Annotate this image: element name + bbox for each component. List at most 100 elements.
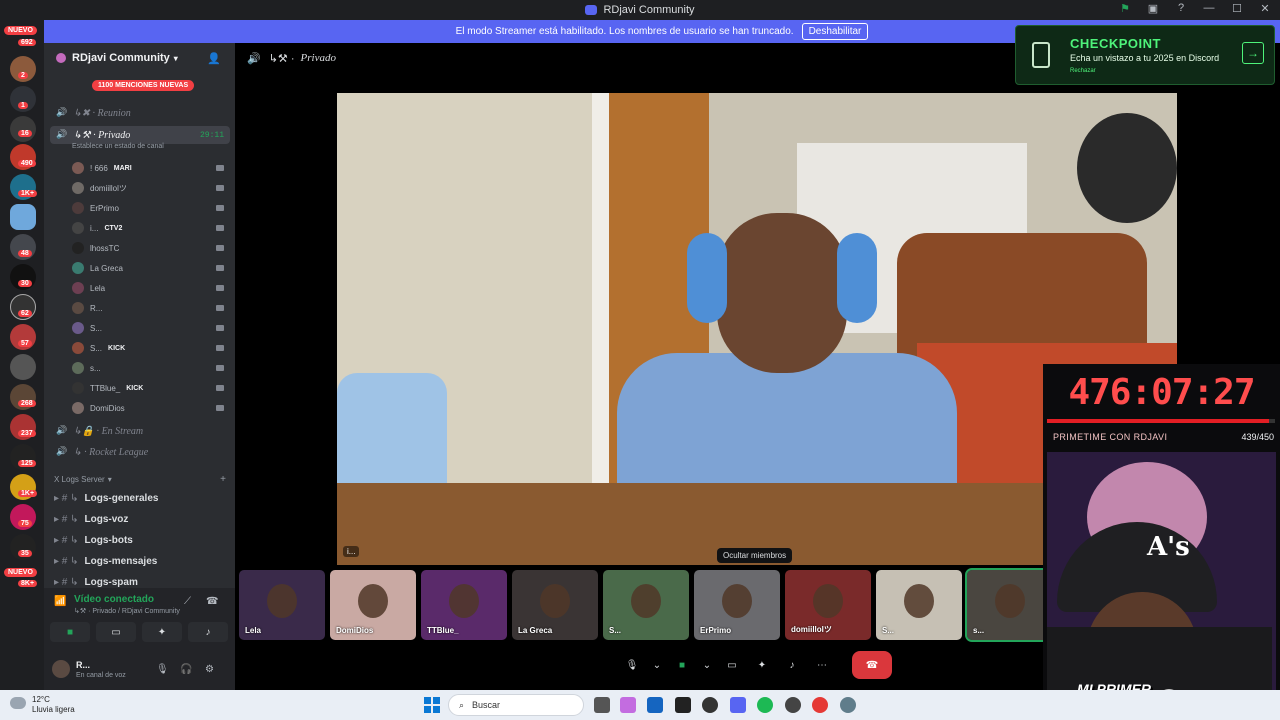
participant-tile[interactable]: S...	[603, 570, 689, 640]
speaker-icon: 🔊	[56, 130, 68, 140]
windows-start-icon[interactable]	[424, 697, 440, 713]
more-options-button[interactable]: ⋯	[810, 653, 834, 677]
app-icon[interactable]	[702, 697, 718, 713]
inbox-icon[interactable]: ▣	[1146, 2, 1160, 15]
noise-suppression-icon[interactable]: ⟋	[184, 596, 191, 607]
activities-button[interactable]: ✦	[142, 622, 182, 642]
avatar	[72, 222, 84, 234]
disconnect-icon[interactable]: ☎	[206, 596, 218, 607]
chevron-down-icon[interactable]: ⌄	[650, 653, 664, 677]
voice-member[interactable]: domiillolツ	[72, 179, 232, 197]
member-name: Lela	[90, 283, 106, 293]
camera-icon	[216, 365, 224, 371]
screen-share-button[interactable]: ▭	[96, 622, 136, 642]
gear-icon[interactable]: ⚙	[205, 664, 214, 675]
participant-tile[interactable]: s...	[965, 568, 1055, 642]
member-name: i...	[90, 223, 99, 233]
copilot-icon[interactable]	[620, 697, 636, 713]
voice-member[interactable]: i... CTV2	[72, 219, 232, 237]
camera-toggle-button[interactable]: ■	[670, 653, 694, 677]
taskbar-search[interactable]: ⌕ Buscar	[448, 694, 584, 716]
call-timer: 29:11	[199, 130, 224, 140]
camera-button[interactable]: ■	[50, 622, 90, 642]
channel-status[interactable]: Establece un estado de canal	[72, 143, 164, 150]
arrow-right-icon[interactable]: →	[1242, 42, 1264, 64]
participant-tile[interactable]: S...	[876, 570, 962, 640]
voice-channel-active[interactable]: 🔊 ↳⚒ · Privado 29:11	[50, 126, 230, 144]
add-channel-icon[interactable]: +	[220, 474, 226, 485]
terminal-icon[interactable]	[675, 697, 691, 713]
store-icon[interactable]	[647, 697, 663, 713]
voice-member[interactable]: ! 666 MARI	[72, 159, 232, 177]
voice-member[interactable]: Lela	[72, 279, 232, 297]
hash-icon: ▸ # ↳	[54, 534, 79, 546]
soundboard-button[interactable]: ♪	[780, 653, 804, 677]
checkpoint-dismiss[interactable]: Rechazar	[1070, 68, 1096, 74]
voice-member[interactable]: lhossTC	[72, 239, 232, 257]
end-call-button[interactable]: ☎	[852, 651, 892, 679]
chrome-icon[interactable]	[812, 697, 828, 713]
cloud-rain-icon	[10, 697, 26, 709]
voice-channel-path[interactable]: ↳⚒ · Privado / RDjavi Community	[74, 607, 180, 615]
server-icon[interactable]	[10, 354, 36, 380]
checkpoint-promo[interactable]: CHECKPOINT Echa un vistazo a tu 2025 en …	[1015, 25, 1275, 85]
file-explorer-icon[interactable]	[594, 697, 610, 713]
voice-member[interactable]: s...	[72, 359, 232, 377]
voice-member[interactable]: La Greca	[72, 259, 232, 277]
minimize-button[interactable]: —	[1202, 2, 1216, 15]
disable-streamer-button[interactable]: Deshabilitar	[801, 23, 869, 40]
server-header[interactable]: RDjavi Community ▾ 👤	[44, 43, 235, 73]
avatar[interactable]	[52, 660, 70, 678]
channel-prefix: ↳ ·	[73, 446, 87, 458]
camera-icon	[216, 345, 224, 351]
member-name: TTBlue_	[90, 383, 121, 393]
help-icon[interactable]: ?	[1174, 2, 1188, 15]
server-icon[interactable]	[10, 204, 36, 230]
server-icon[interactable]	[10, 116, 36, 142]
participant-tile[interactable]: Lela	[239, 570, 325, 640]
discord-taskbar-icon[interactable]	[730, 697, 746, 713]
participant-tile[interactable]: TTBlue_	[421, 570, 507, 640]
participant-tile[interactable]: La Greca	[512, 570, 598, 640]
text-channel[interactable]: ▸ # ↳ Logs-generales	[54, 489, 158, 507]
voice-member[interactable]: R...	[72, 299, 232, 317]
mentions-pill[interactable]: 1100 MENCIONES NUEVAS	[92, 80, 195, 91]
mute-button[interactable]: 🎙	[620, 653, 644, 677]
stream-overlay: 476:07:27 PRIMETIME CON RDJAVI 439/450 A…	[1043, 364, 1280, 714]
voice-member[interactable]: ErPrimo	[72, 199, 232, 217]
activities-button[interactable]: ✦	[750, 653, 774, 677]
text-channel[interactable]: ▸ # ↳ Logs-voz	[54, 510, 128, 528]
obs-icon[interactable]	[785, 697, 801, 713]
flag-icon[interactable]: ⚑	[1118, 2, 1132, 15]
text-channel[interactable]: ▸ # ↳ Logs-bots	[54, 531, 133, 549]
settings-icon[interactable]	[840, 697, 856, 713]
signal-icon[interactable]: 📶	[54, 596, 66, 607]
voice-member[interactable]: S... KICK	[72, 339, 232, 357]
voice-channel[interactable]: 🔊 ↳🔒 · En Stream	[56, 422, 143, 440]
participant-tile[interactable]: ErPrimo	[694, 570, 780, 640]
spotify-icon[interactable]	[757, 697, 773, 713]
voice-channel[interactable]: 🔊 ↳✖ · Reunion	[56, 104, 131, 122]
hide-members-tooltip: Ocultar miembros	[717, 548, 793, 563]
screen-share-button[interactable]: ▭	[720, 653, 744, 677]
voice-channel[interactable]: 🔊 ↳ · Rocket League	[56, 443, 148, 461]
voice-member[interactable]: DomiDios	[72, 399, 232, 417]
participant-label: S...	[609, 626, 622, 635]
microphone-icon[interactable]: 🎙	[156, 664, 169, 675]
voice-member[interactable]: S...	[72, 319, 232, 337]
window-title: RDjavi Community	[603, 4, 695, 16]
invite-icon[interactable]: 👤	[207, 52, 221, 65]
maximize-button[interactable]: ☐	[1230, 2, 1244, 15]
participant-tile[interactable]: domiillolツ	[785, 570, 871, 640]
category-header[interactable]: X Logs Server ▾ +	[54, 474, 226, 485]
participant-tile[interactable]: DomiDios	[330, 570, 416, 640]
soundboard-button[interactable]: ♪	[188, 622, 228, 642]
server-badge: 75	[18, 520, 32, 527]
headphones-icon[interactable]: 🎧	[180, 664, 192, 675]
text-channel[interactable]: ▸ # ↳ Logs-mensajes	[54, 552, 157, 570]
channel-name: Logs-voz	[84, 513, 129, 525]
close-button[interactable]: ✕	[1258, 2, 1272, 15]
voice-member[interactable]: TTBlue_ KICK	[72, 379, 232, 397]
chevron-down-icon[interactable]: ⌄	[700, 653, 714, 677]
server-badge: 1K+	[18, 490, 38, 497]
